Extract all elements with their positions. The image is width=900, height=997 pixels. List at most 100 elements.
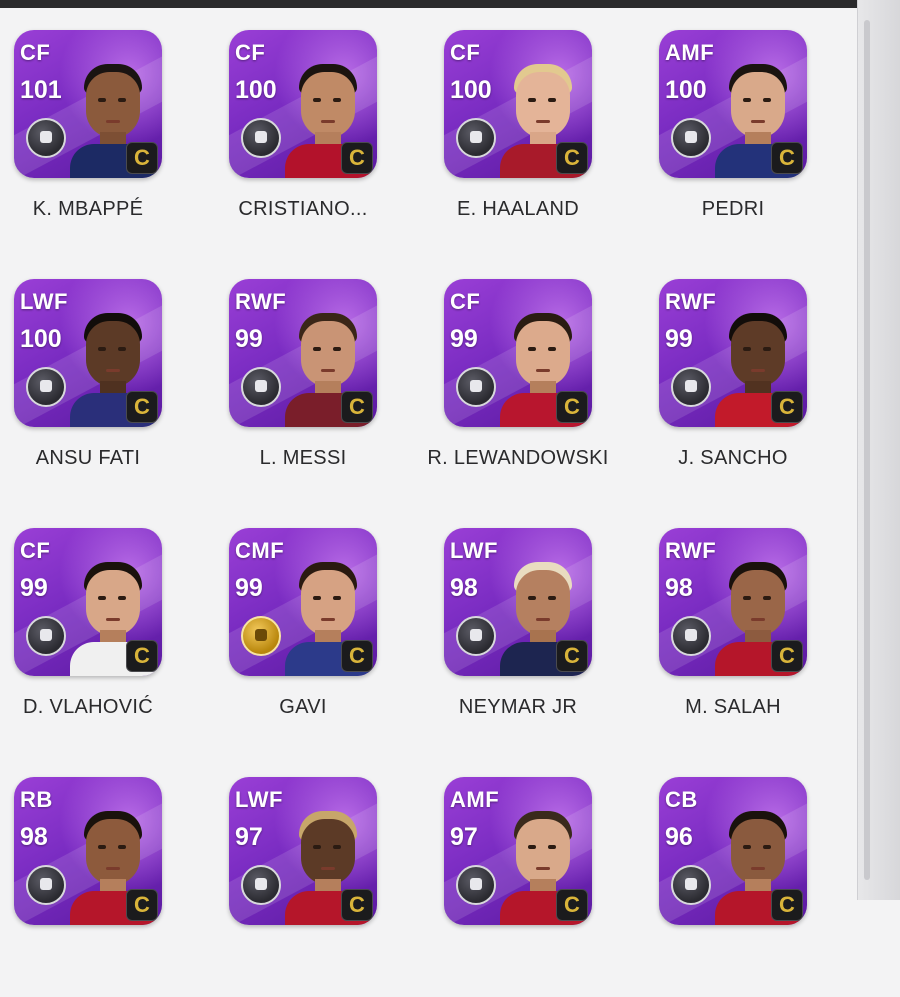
card-type-badge: C — [771, 889, 803, 921]
position-label: CF — [450, 289, 481, 314]
skill-badge-icon — [26, 616, 66, 656]
rating-label: 98 — [20, 823, 48, 851]
rating-label: 97 — [235, 823, 263, 851]
card-type-badge: C — [341, 889, 373, 921]
rating-label: 99 — [665, 325, 693, 353]
player-card-neymar[interactable]: LWF 98 C — [444, 528, 592, 676]
skill-badge-icon — [241, 865, 281, 905]
player-card-vlahovic[interactable]: CF 99 C — [14, 528, 162, 676]
player-card-cristiano[interactable]: CF 100 C — [229, 30, 377, 178]
player-card-gavi[interactable]: CMF 99 C — [229, 528, 377, 676]
position-label: RB — [20, 787, 53, 812]
player-cell: CF 101 C K. MBAPPÉ — [2, 30, 202, 250]
skill-badge-icon — [456, 367, 496, 407]
skill-badge-icon — [456, 616, 496, 656]
player-cell: CMF 99 C GAVI — [217, 528, 417, 748]
scrollbar-thumb[interactable] — [864, 20, 870, 880]
player-cell: AMF 100 C PEDRI — [647, 30, 847, 250]
player-name: D. VLAHOVIĆ — [23, 696, 153, 718]
player-card-amf[interactable]: AMF 97 C — [444, 777, 592, 925]
card-type-badge: C — [771, 640, 803, 672]
skill-badge-icon — [26, 367, 66, 407]
rating-label: 100 — [450, 76, 492, 104]
gold-skill-badge-icon — [241, 616, 281, 656]
player-card-lewandowski[interactable]: CF 99 C — [444, 279, 592, 427]
player-card-lwf[interactable]: LWF 97 C — [229, 777, 377, 925]
player-name: R. LEWANDOWSKI — [427, 447, 609, 469]
position-label: RWF — [665, 289, 717, 314]
player-cell: LWF 97 C — [217, 777, 417, 997]
position-label: CF — [450, 40, 481, 65]
rating-label: 98 — [450, 574, 478, 602]
position-label: LWF — [235, 787, 283, 812]
card-type-badge: C — [556, 391, 588, 423]
position-label: LWF — [20, 289, 68, 314]
skill-badge-icon — [671, 367, 711, 407]
player-name: ANSU FATI — [35, 447, 141, 469]
position-label: CF — [20, 40, 51, 65]
rating-label: 99 — [235, 325, 263, 353]
player-card-haaland[interactable]: CF 100 C — [444, 30, 592, 178]
player-card-rb[interactable]: RB 98 C — [14, 777, 162, 925]
skill-badge-icon — [456, 118, 496, 158]
rating-label: 100 — [20, 325, 62, 353]
player-cell: LWF 100 C ANSU FATI — [2, 279, 202, 499]
player-name: E. HAALAND — [457, 198, 579, 220]
player-name: J. SANCHO — [678, 447, 788, 469]
player-cell: CF 100 C E. HAALAND — [432, 30, 632, 250]
player-card-salah[interactable]: RWF 98 C — [659, 528, 807, 676]
card-type-badge: C — [126, 889, 158, 921]
rating-label: 99 — [20, 574, 48, 602]
card-type-badge: C — [556, 142, 588, 174]
position-label: RWF — [665, 538, 717, 563]
card-type-badge: C — [341, 640, 373, 672]
card-type-badge: C — [341, 391, 373, 423]
player-card-pedri[interactable]: AMF 100 C — [659, 30, 807, 178]
player-name: L. MESSI — [259, 447, 347, 469]
rating-label: 100 — [665, 76, 707, 104]
position-label: AMF — [665, 40, 715, 65]
player-cell: CF 99 C R. LEWANDOWSKI — [427, 279, 632, 499]
player-name: PEDRI — [701, 198, 765, 220]
player-card-sancho[interactable]: RWF 99 C — [659, 279, 807, 427]
player-name: NEYMAR JR — [458, 696, 578, 718]
player-name: M. SALAH — [685, 696, 781, 718]
card-type-badge: C — [556, 640, 588, 672]
card-type-badge: C — [341, 142, 373, 174]
skill-badge-icon — [26, 865, 66, 905]
player-cell: LWF 98 C NEYMAR JR — [432, 528, 632, 748]
position-label: CF — [235, 40, 266, 65]
player-cell: RWF 98 C M. SALAH — [647, 528, 847, 748]
player-cell: AMF 97 C — [432, 777, 632, 997]
rating-label: 97 — [450, 823, 478, 851]
rating-label: 101 — [20, 76, 62, 104]
player-card-ansu-fati[interactable]: LWF 100 C — [14, 279, 162, 427]
player-cell: CF 100 C CRISTIANO... — [217, 30, 417, 250]
player-card-messi[interactable]: RWF 99 C — [229, 279, 377, 427]
position-label: RWF — [235, 289, 287, 314]
player-card-mbappe[interactable]: CF 101 C — [14, 30, 162, 178]
skill-badge-icon — [26, 118, 66, 158]
card-type-badge: C — [126, 640, 158, 672]
player-cell: RB 98 C — [2, 777, 202, 997]
player-card-cb[interactable]: CB 96 C — [659, 777, 807, 925]
position-label: AMF — [450, 787, 500, 812]
position-label: CB — [665, 787, 698, 812]
skill-badge-icon — [671, 616, 711, 656]
position-label: LWF — [450, 538, 498, 563]
scrollbar-track[interactable] — [857, 0, 900, 900]
rating-label: 99 — [450, 325, 478, 353]
card-type-badge: C — [126, 391, 158, 423]
rating-label: 99 — [235, 574, 263, 602]
skill-badge-icon — [671, 118, 711, 158]
player-cell: CB 96 C — [647, 777, 847, 997]
rating-label: 96 — [665, 823, 693, 851]
skill-badge-icon — [671, 865, 711, 905]
skill-badge-icon — [456, 865, 496, 905]
card-type-badge: C — [771, 142, 803, 174]
position-label: CF — [20, 538, 51, 563]
player-cell: RWF 99 C L. MESSI — [217, 279, 417, 499]
card-type-badge: C — [771, 391, 803, 423]
rating-label: 98 — [665, 574, 693, 602]
player-cell: RWF 99 C J. SANCHO — [647, 279, 847, 499]
